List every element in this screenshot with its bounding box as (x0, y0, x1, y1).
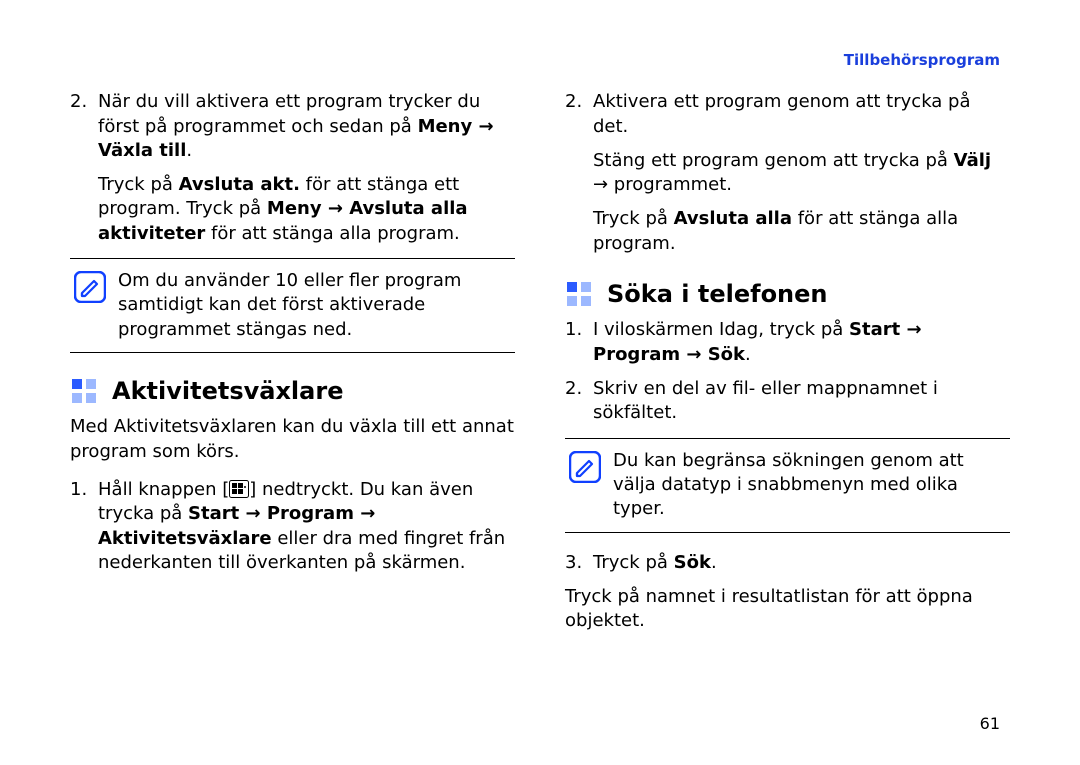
bold-run: Avsluta akt. (179, 174, 300, 195)
text-run: Tryck på (593, 552, 674, 573)
section-heading: Aktivitetsväxlare (70, 375, 515, 407)
bold-run: Avsluta alla (674, 208, 792, 229)
note-text: Om du använder 10 eller fler program sam… (118, 269, 511, 342)
bold-run: Sök (674, 552, 711, 573)
document-page: Tillbehörsprogram 2. När du vill aktiver… (0, 0, 1080, 765)
intro-paragraph: Med Aktivitetsväxlaren kan du växla till… (70, 415, 515, 464)
continuation-paragraph: Tryck på Avsluta akt. för att stänga ett… (98, 173, 515, 246)
list-number: 3. (565, 551, 593, 575)
note-pencil-icon (74, 271, 106, 303)
list-body: När du vill aktivera ett program trycker… (98, 90, 515, 163)
list-item: 1. Håll knappen [] nedtryckt. Du kan äve… (70, 478, 515, 575)
section-squares-icon (70, 377, 98, 405)
list-body: I viloskärmen Idag, tryck på Start → Pro… (593, 318, 1010, 367)
bold-run: Välj (954, 150, 991, 171)
continuation-paragraph: Tryck på Avsluta alla för att stänga all… (593, 207, 1010, 256)
list-body: Tryck på Sök. (593, 551, 1010, 575)
page-number: 61 (70, 713, 1010, 735)
list-item: 2. Skriv en del av fil- eller mappnamnet… (565, 377, 1010, 426)
text-run: . (711, 552, 717, 573)
text-run: Håll knappen [ (98, 479, 229, 500)
text-run: I viloskärmen Idag, tryck på (593, 319, 849, 340)
note-block: Du kan begränsa sökningen genom att välj… (565, 438, 1010, 533)
list-body: Skriv en del av fil- eller mappnamnet i … (593, 377, 1010, 426)
list-item: 1. I viloskärmen Idag, tryck på Start → … (565, 318, 1010, 367)
list-number: 2. (565, 90, 593, 139)
list-body: Håll knappen [] nedtryckt. Du kan även t… (98, 478, 515, 575)
section-title: Söka i telefonen (607, 278, 828, 310)
header-category: Tillbehörsprogram (70, 50, 1010, 70)
text-run: . (745, 344, 751, 365)
list-number: 1. (565, 318, 593, 367)
text-run: Tryck på (98, 174, 179, 195)
section-title: Aktivitetsväxlare (112, 375, 343, 407)
text-run: → programmet. (593, 174, 732, 195)
list-number: 1. (70, 478, 98, 575)
text-run: för att stänga alla program. (205, 223, 459, 244)
text-run: Stäng ett program genom att trycka på (593, 150, 954, 171)
text-run: . (186, 140, 192, 161)
text-run: Tryck på (593, 208, 674, 229)
right-column: 2. Aktivera ett program genom att trycka… (565, 90, 1010, 709)
two-column-layout: 2. När du vill aktivera ett program tryc… (70, 90, 1010, 709)
list-item: 2. När du vill aktivera ett program tryc… (70, 90, 515, 163)
note-block: Om du använder 10 eller fler program sam… (70, 258, 515, 353)
list-body: Aktivera ett program genom att trycka på… (593, 90, 1010, 139)
continuation-paragraph: Stäng ett program genom att trycka på Vä… (593, 149, 1010, 198)
section-heading: Söka i telefonen (565, 278, 1010, 310)
list-item: 2. Aktivera ett program genom att trycka… (565, 90, 1010, 139)
note-text: Du kan begränsa sökningen genom att välj… (613, 449, 1006, 522)
section-squares-icon (565, 280, 593, 308)
left-column: 2. När du vill aktivera ett program tryc… (70, 90, 515, 709)
list-number: 2. (70, 90, 98, 163)
closing-paragraph: Tryck på namnet i resultatlistan för att… (565, 585, 1010, 634)
list-number: 2. (565, 377, 593, 426)
windows-key-icon (229, 480, 249, 498)
note-pencil-icon (569, 451, 601, 483)
list-item: 3. Tryck på Sök. (565, 551, 1010, 575)
